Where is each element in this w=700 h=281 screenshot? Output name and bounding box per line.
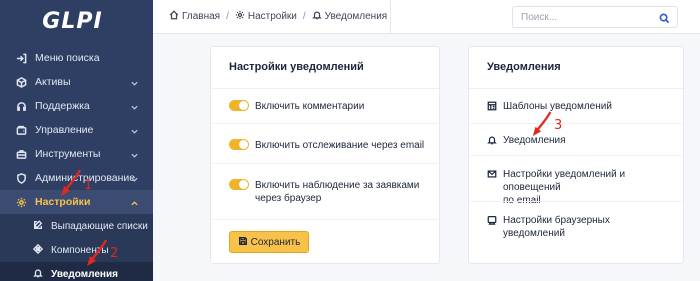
save-button[interactable]: Сохранить <box>229 231 309 253</box>
topbar: Главная / Настройки / Уведомления <box>153 0 700 34</box>
save-button-label: Сохранить <box>250 236 301 248</box>
chevron-down-icon <box>131 150 138 158</box>
search-icon[interactable] <box>659 11 671 24</box>
sidebar-item-label: Инструменты <box>35 148 101 160</box>
briefcase-icon <box>15 148 27 160</box>
breadcrumb-item-home[interactable]: Главная <box>169 10 220 23</box>
sidebar-item-label: Поддержка <box>35 100 90 112</box>
chevron-down-icon <box>131 126 138 134</box>
browser-icon <box>487 215 499 227</box>
breadcrumb-label: Уведомления <box>324 11 388 22</box>
search-input[interactable] <box>513 7 643 28</box>
gear-icon <box>235 10 245 23</box>
setting-enable-comments: Включить комментарии <box>229 100 364 113</box>
divider <box>470 123 682 124</box>
sidebar-item-label: Управление <box>35 124 94 136</box>
sidebar-subitem-label: Выпадающие списки <box>51 220 148 232</box>
annotation-arrow-1 <box>61 169 82 196</box>
sidebar-nav: Меню поиска Активы Поддержка Управление … <box>0 46 153 281</box>
breadcrumb-item-notifications[interactable]: Уведомления <box>311 10 388 23</box>
annotation-number-2: 2 <box>110 246 119 261</box>
wallet-icon <box>15 124 27 136</box>
sidebar-toggle[interactable] <box>153 0 160 34</box>
shield-icon <box>15 172 27 184</box>
setting-label: Включить комментарии <box>255 101 365 112</box>
link-label-line1: Настройки уведомлений и оповещений <box>503 169 626 193</box>
headset-icon <box>15 100 27 112</box>
setting-label-line1: Включить наблюдение за заявками <box>255 180 420 191</box>
link-label: Настройки браузерных уведомлений <box>503 215 610 239</box>
card-title: Настройки уведомлений <box>211 47 439 89</box>
breadcrumb-separator: / <box>302 11 306 22</box>
notifications-card: Уведомления Шаблоны уведомлений Уведомле… <box>468 46 684 264</box>
annotation-arrow-3 <box>532 111 552 136</box>
card-title: Уведомления <box>469 47 683 89</box>
template-icon <box>487 101 499 113</box>
breadcrumb: Главная / Настройки / Уведомления <box>169 10 387 23</box>
annotation-number-1: 1 <box>84 178 93 193</box>
enable-email-followup-toggle[interactable] <box>229 139 249 150</box>
breadcrumb-label: Главная <box>182 11 221 22</box>
save-icon <box>238 236 251 249</box>
divider <box>470 155 682 156</box>
sidebar-item-support[interactable]: Поддержка <box>0 94 153 118</box>
divider <box>212 123 438 124</box>
search-box <box>512 6 678 28</box>
home-icon <box>169 10 179 23</box>
sidebar-subitem-dropdowns[interactable]: Выпадающие списки <box>0 214 153 238</box>
sidebar-item-label: Меню поиска <box>35 52 100 64</box>
sidebar-item-search-menu[interactable]: Меню поиска <box>0 46 153 70</box>
chevron-down-icon <box>131 78 138 86</box>
breadcrumb-item-settings[interactable]: Настройки <box>235 10 297 23</box>
bell-icon <box>487 135 499 147</box>
link-browser-notification-settings[interactable]: Настройки браузерных уведомлений <box>487 214 669 240</box>
sidebar: GLPI Меню поиска Активы Поддержка Управл… <box>0 0 153 281</box>
link-label: Шаблоны уведомлений <box>503 101 612 112</box>
sidebar-subitem-components[interactable]: Компоненты <box>0 238 153 262</box>
chevron-up-icon <box>131 198 138 206</box>
cube-icon <box>15 76 27 88</box>
link-notification-templates[interactable]: Шаблоны уведомлений <box>487 100 669 113</box>
sidebar-subitem-notifications[interactable]: Уведомления <box>0 262 153 281</box>
annotation-number-3: 3 <box>554 118 563 133</box>
envelope-icon <box>487 169 499 181</box>
sidebar-item-label: Активы <box>35 76 71 88</box>
chevron-down-icon <box>131 174 138 182</box>
edit-icon <box>33 220 45 232</box>
puzzle-icon <box>33 244 45 256</box>
enable-comments-toggle[interactable] <box>229 100 249 111</box>
enable-browser-followup-toggle[interactable] <box>229 179 249 190</box>
setting-label-line2: через браузер <box>255 193 322 204</box>
settings-submenu: Выпадающие списки Компоненты Уведомления <box>0 214 153 281</box>
app-logo[interactable]: GLPI <box>0 0 153 42</box>
divider <box>212 163 438 164</box>
sidebar-item-tools[interactable]: Инструменты <box>0 142 153 166</box>
breadcrumb-separator: / <box>226 11 229 22</box>
sidebar-item-management[interactable]: Управление <box>0 118 153 142</box>
divider <box>470 201 682 202</box>
breadcrumb-label: Настройки <box>247 11 297 22</box>
sidebar-item-assets[interactable]: Активы <box>0 70 153 94</box>
bell-icon <box>311 10 322 23</box>
divider <box>212 219 438 220</box>
sidebar-subitem-label: Уведомления <box>51 268 118 280</box>
notification-settings-card: Настройки уведомлений Включить комментар… <box>210 46 440 264</box>
setting-email-followup: Включить отслеживание через email <box>229 139 424 152</box>
setting-label: Включить отслеживание через email <box>255 140 425 151</box>
chevron-down-icon <box>131 102 138 110</box>
annotation-arrow-2 <box>87 239 108 266</box>
setting-browser-followup: Включить наблюдение за заявками через бр… <box>229 179 419 205</box>
gear-icon <box>15 196 27 208</box>
link-notifications[interactable]: Уведомления <box>487 134 669 147</box>
setting-label: Включить наблюдение за заявками через бр… <box>255 179 419 205</box>
bell-icon <box>33 268 45 280</box>
logo-text: GLPI <box>42 8 103 34</box>
arrow-right-to-bracket-icon <box>15 52 27 64</box>
topbar-divider <box>390 0 391 34</box>
